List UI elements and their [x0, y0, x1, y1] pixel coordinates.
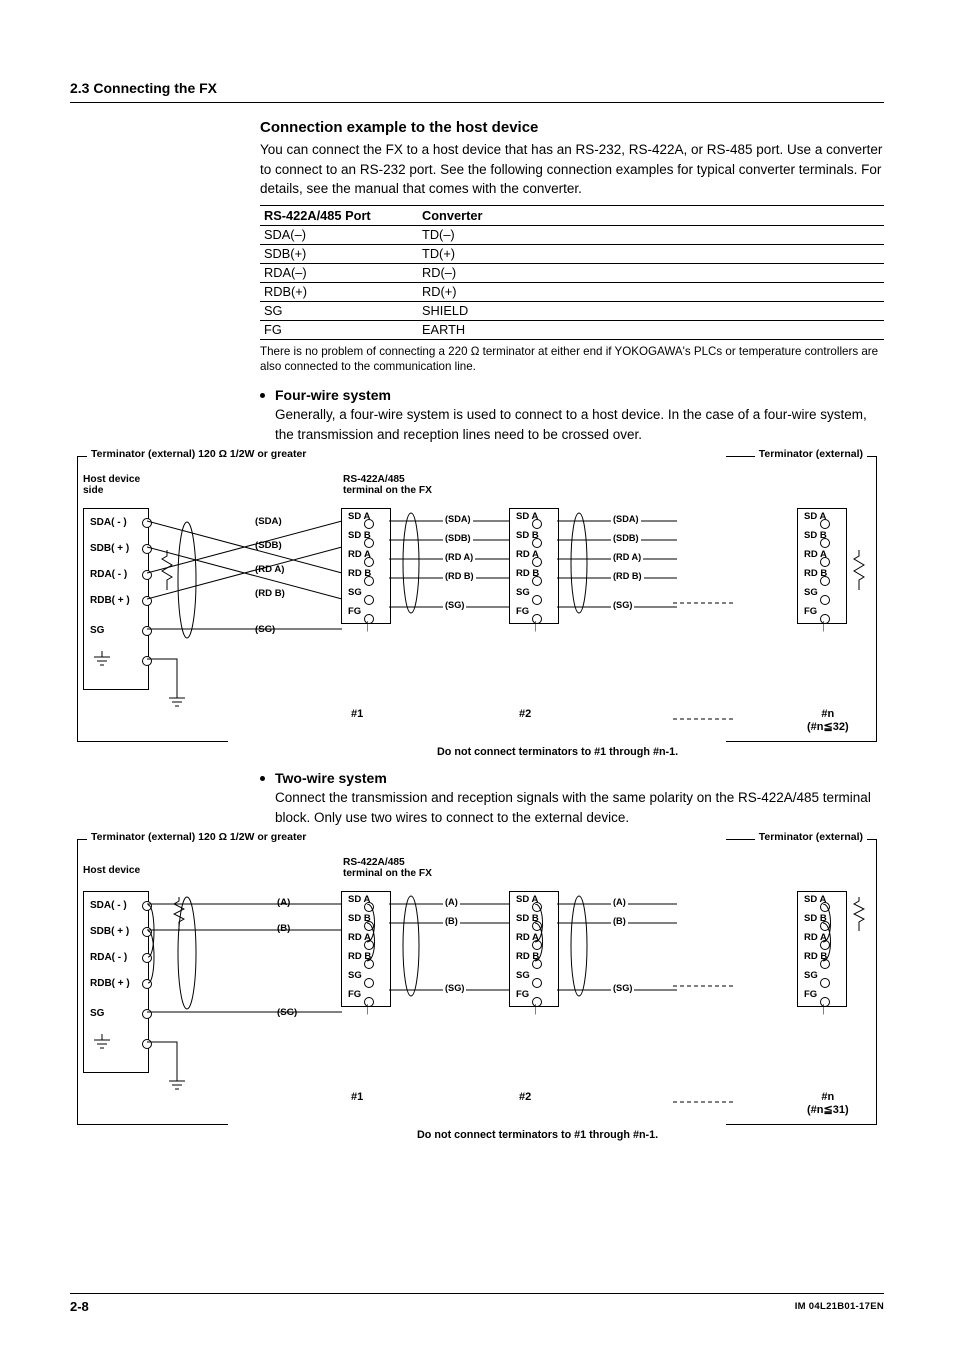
- bullet-icon: [260, 776, 265, 781]
- fx-module: SD ASD BRD ARD BSGFG#n (#n≦32): [797, 508, 847, 624]
- page-number: 2-8: [70, 1299, 89, 1314]
- table-row: SDB(+)TD(+): [260, 244, 884, 263]
- do-not-connect-caption: Do not connect terminators to #1 through…: [437, 746, 678, 758]
- section-header: 2.3 Connecting the FX: [70, 80, 884, 96]
- ground-icon: [92, 651, 112, 671]
- rule: [70, 102, 884, 103]
- fourwire-title: Four-wire system: [275, 387, 391, 403]
- table-row: RDA(–)RD(–): [260, 263, 884, 282]
- conn-body: You can connect the FX to a host device …: [260, 140, 884, 199]
- table-note: There is no problem of connecting a 220 …: [260, 344, 884, 375]
- fx-module: SD ASD BRD ARD BSGFG#2: [509, 891, 559, 1007]
- fourwire-body: Generally, a four-wire system is used to…: [275, 405, 884, 444]
- table-row: FGEARTH: [260, 320, 884, 339]
- twowire-diagram: Terminator (external) 120 Ω 1/2W or grea…: [77, 835, 877, 1125]
- fx-terminal-label: RS-422A/485 terminal on the FX: [343, 474, 432, 496]
- term-right-label: Terminator (external): [755, 448, 867, 460]
- th-port: RS-422A/485 Port: [260, 205, 418, 225]
- twowire-title: Two-wire system: [275, 770, 387, 786]
- footer-rule: [70, 1293, 884, 1294]
- host-box: SDA( - ) SDB( + ) RDA( - ) RDB( + ) SG: [83, 508, 149, 690]
- term-left-label: Terminator (external) 120 Ω 1/2W or grea…: [87, 831, 310, 843]
- host-box: SDA( - ) SDB( + ) RDA( - ) RDB( + ) SG: [83, 891, 149, 1073]
- table-row: SDA(–)TD(–): [260, 225, 884, 244]
- table-row: RDB(+)RD(+): [260, 282, 884, 301]
- term-left-label: Terminator (external) 120 Ω 1/2W or grea…: [87, 448, 310, 460]
- fourwire-diagram: Terminator (external) 120 Ω 1/2W or grea…: [77, 452, 877, 742]
- resistor-icon: [853, 897, 861, 923]
- twowire-lines: [147, 891, 347, 1091]
- resistor-icon: [853, 550, 861, 576]
- fx-module: SD ASD BRD ARD BSGFG#2: [509, 508, 559, 624]
- fx-terminal-label: RS-422A/485 terminal on the FX: [343, 857, 432, 879]
- th-conv: Converter: [418, 205, 884, 225]
- conn-title: Connection example to the host device: [260, 119, 884, 136]
- twowire-body: Connect the transmission and reception s…: [275, 788, 884, 827]
- crossover-icon: [147, 508, 347, 708]
- bullet-icon: [260, 393, 265, 398]
- host-side-label: Host device side: [83, 474, 140, 496]
- fx-module: SD ASD BRD ARD BSGFG#1: [341, 891, 391, 1007]
- fx-module: SD ASD BRD ARD BSGFG#1: [341, 508, 391, 624]
- host-side-label: Host device: [83, 865, 140, 876]
- table-row: SGSHIELD: [260, 301, 884, 320]
- doc-id: IM 04L21B01-17EN: [795, 1301, 884, 1312]
- fx-module: SD ASD BRD ARD BSGFG#n (#n≦31): [797, 891, 847, 1007]
- ground-icon: [92, 1034, 112, 1054]
- converter-table: RS-422A/485 Port Converter SDA(–)TD(–)SD…: [260, 205, 884, 340]
- term-right-label: Terminator (external): [755, 831, 867, 843]
- do-not-connect-caption: Do not connect terminators to #1 through…: [417, 1129, 658, 1141]
